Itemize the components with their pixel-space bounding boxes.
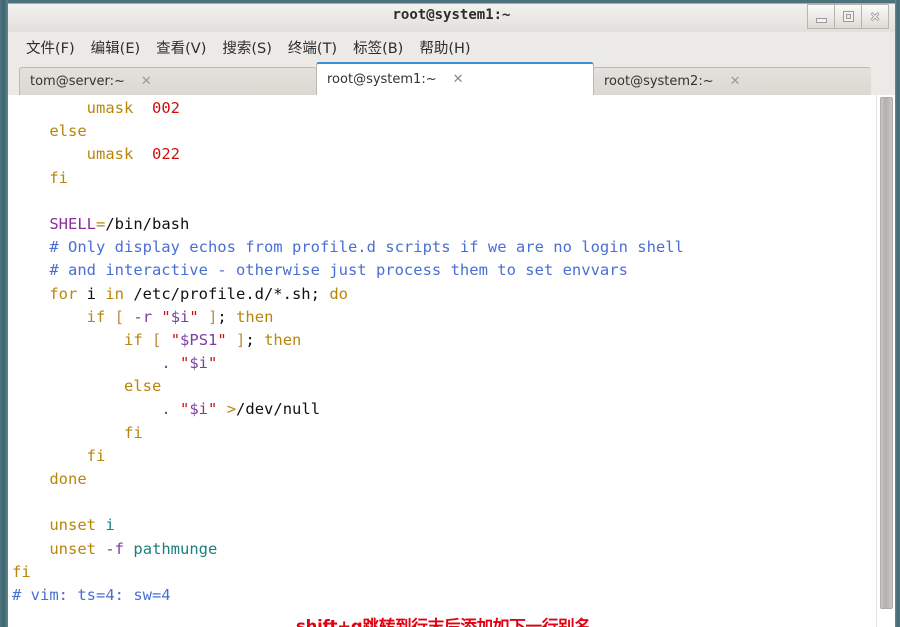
menu-item-edit[interactable]: 编辑(E) xyxy=(83,35,148,60)
code-line: else xyxy=(123,377,162,396)
terminal-scrollbar[interactable] xyxy=(876,95,895,627)
close-icon: ✕ xyxy=(869,9,881,24)
menu-item-help[interactable]: 帮助(H) xyxy=(411,35,478,60)
code-line: for i in /etc/profile.d/*.sh; do xyxy=(49,284,348,303)
menu-item-tabs[interactable]: 标签(B) xyxy=(345,35,411,60)
maximize-button[interactable] xyxy=(835,4,862,29)
maximize-icon xyxy=(843,12,853,21)
tab-label: root@system1:~ xyxy=(327,72,437,87)
window-controls: ✕ xyxy=(807,4,889,29)
code-line: unset i xyxy=(49,516,115,535)
code-line: fi xyxy=(12,562,31,581)
code-line: if [ -r "$i" ]; then xyxy=(86,307,274,326)
menu-item-view[interactable]: 查看(V) xyxy=(148,35,214,60)
code-line: umask 022 xyxy=(86,145,180,164)
tab-close-icon[interactable]: ✕ xyxy=(141,74,152,89)
code-line: fi xyxy=(86,446,106,465)
minimize-button[interactable] xyxy=(807,4,835,29)
vim-buffer: umask 002 else umask 022 fi SHELL=/bin/b… xyxy=(12,97,684,607)
terminal-window: root@system1:~ ✕ 文件(F) 编辑(E) 查看(V) 搜索(S)… xyxy=(0,0,900,627)
close-button[interactable]: ✕ xyxy=(862,4,889,29)
code-line: unset -f pathmunge xyxy=(49,539,218,558)
code-line: done xyxy=(49,470,87,488)
code-line: fi xyxy=(49,168,68,187)
code-line: # Only display echos from profile.d scri… xyxy=(49,238,684,257)
code-line: . "$i" >/dev/null xyxy=(161,400,321,419)
window-frame-left xyxy=(0,0,8,627)
tab-close-icon[interactable]: ✕ xyxy=(453,72,464,87)
code-line: # and interactive - otherwise just proce… xyxy=(49,261,628,280)
tab-label: root@system2:~ xyxy=(604,74,714,89)
code-line: fi xyxy=(123,423,143,442)
tab-root-system1[interactable]: root@system1:~ ✕ xyxy=(316,62,594,95)
menu-item-search[interactable]: 搜索(S) xyxy=(214,35,280,60)
window-title: root@system1:~ xyxy=(392,7,511,23)
code-line: if [ "$PS1" ]; then xyxy=(123,330,302,349)
vim-editor[interactable]: umask 002 else umask 022 fi SHELL=/bin/b… xyxy=(8,95,877,627)
menu-bar: 文件(F) 编辑(E) 查看(V) 搜索(S) 终端(T) 标签(B) 帮助(H… xyxy=(8,32,895,62)
code-line: umask 002 xyxy=(86,99,180,117)
scrollbar-thumb[interactable] xyxy=(880,97,893,609)
menu-item-terminal[interactable]: 终端(T) xyxy=(280,35,345,60)
code-line: else xyxy=(49,122,87,141)
menu-item-file[interactable]: 文件(F) xyxy=(18,35,83,60)
minimize-icon xyxy=(816,18,826,22)
code-line: # vim: ts=4: sw=4 xyxy=(12,585,171,604)
window-frame-right xyxy=(895,0,900,627)
title-bar[interactable]: root@system1:~ ✕ xyxy=(8,0,895,33)
code-line: . "$i" xyxy=(161,354,218,373)
tab-root-system2[interactable]: root@system2:~ ✕ xyxy=(593,67,871,95)
tab-label: tom@server:~ xyxy=(30,74,125,89)
tab-close-icon[interactable]: ✕ xyxy=(730,74,741,89)
annotation-text: shift+g跳转到行末后添加如下一行别名 xyxy=(296,617,591,627)
tab-bar: tom@server:~ ✕ root@system1:~ ✕ root@sys… xyxy=(8,62,895,95)
terminal-area[interactable]: umask 002 else umask 022 fi SHELL=/bin/b… xyxy=(8,95,895,627)
tab-tom-server[interactable]: tom@server:~ ✕ xyxy=(19,67,317,95)
code-line: SHELL=/bin/bash xyxy=(49,214,190,233)
